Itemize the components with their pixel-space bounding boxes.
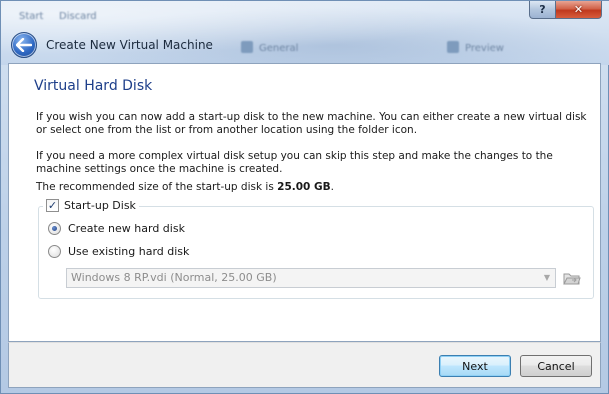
wizard-page: Virtual Hard Disk If you wish you can no…: [8, 63, 601, 342]
background-tab: Preview: [447, 41, 504, 54]
startup-disk-group: ✓ Start-up Disk Create new hard disk Use…: [38, 199, 594, 299]
use-existing-disk-option[interactable]: Use existing hard disk: [48, 245, 189, 258]
existing-disk-select[interactable]: Windows 8 RP.vdi (Normal, 25.00 GB) ▼: [66, 268, 556, 288]
startup-disk-checkbox[interactable]: ✓: [46, 199, 59, 212]
radio-selected-dot: [52, 226, 57, 231]
advanced-paragraph: If you need a more complex virtual disk …: [36, 150, 553, 175]
create-new-disk-option[interactable]: Create new hard disk: [48, 222, 185, 235]
background-tab: General: [241, 41, 298, 54]
page-title: Virtual Hard Disk: [34, 78, 153, 94]
window-title: Create New Virtual Machine: [46, 38, 213, 52]
create-new-disk-label: Create new hard disk: [68, 222, 185, 235]
use-existing-disk-radio[interactable]: [48, 245, 61, 258]
close-button[interactable]: ✕: [556, 1, 602, 19]
back-button[interactable]: [11, 32, 37, 58]
startup-disk-label: Start-up Disk: [64, 199, 136, 212]
chevron-down-icon: ▼: [543, 273, 551, 282]
folder-icon: [563, 273, 581, 284]
button-bar: Next Cancel: [8, 342, 601, 388]
startup-disk-toggle[interactable]: ✓ Start-up Disk: [43, 199, 139, 212]
choose-disk-file-button[interactable]: [561, 268, 583, 288]
background-text: Discard: [59, 11, 97, 22]
next-button[interactable]: Next: [439, 355, 511, 377]
intro-paragraph: If you wish you can now add a start-up d…: [36, 111, 587, 136]
existing-disk-value: Windows 8 RP.vdi (Normal, 25.00 GB): [71, 271, 277, 284]
caption-buttons: ? ✕: [529, 1, 602, 19]
back-arrow-icon: [16, 38, 32, 52]
recommended-size-value: 25.00 GB: [277, 181, 331, 193]
help-button[interactable]: ?: [529, 1, 556, 19]
use-existing-disk-label: Use existing hard disk: [68, 245, 190, 258]
create-new-disk-radio[interactable]: [48, 222, 61, 235]
background-text: Start: [19, 11, 44, 22]
recommended-size-text: The recommended size of the start-up dis…: [36, 181, 334, 193]
cancel-button[interactable]: Cancel: [520, 355, 592, 377]
